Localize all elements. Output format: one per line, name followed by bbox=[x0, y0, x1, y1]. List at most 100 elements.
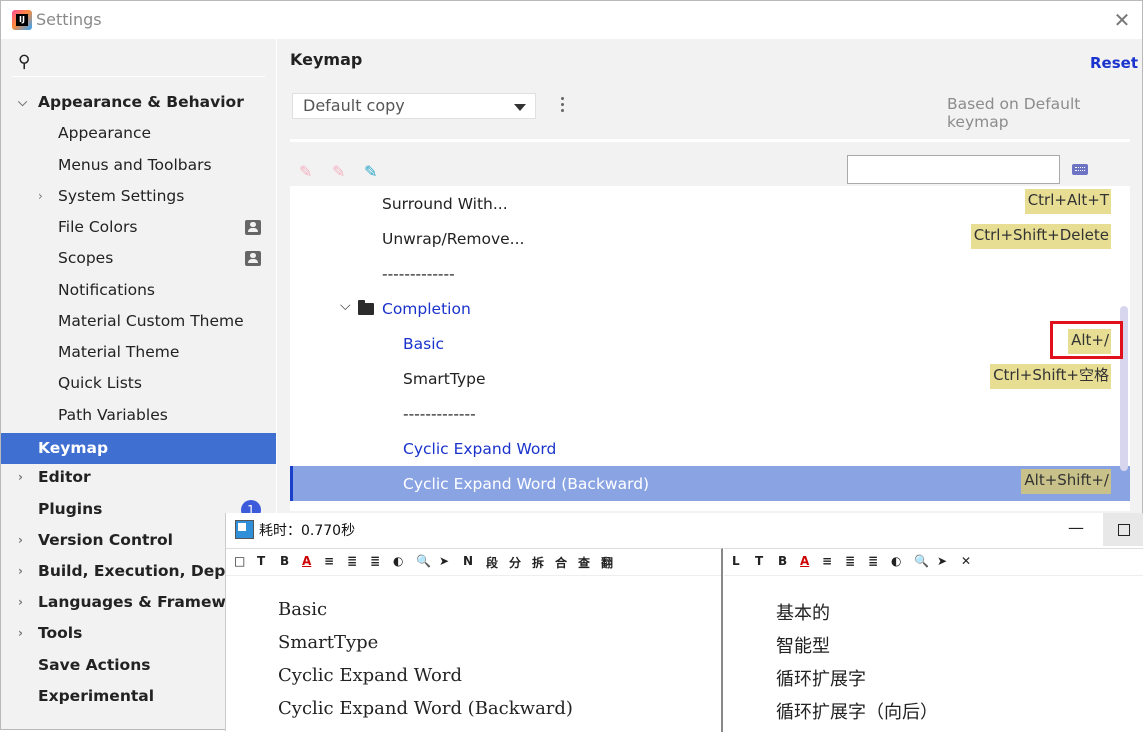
group-row-completion[interactable]: ⌵ Completion bbox=[290, 291, 1130, 326]
action-row[interactable]: SmartType Ctrl+Shift+空格 bbox=[290, 361, 1130, 396]
toolbar-theme-icon[interactable]: ◐ bbox=[891, 554, 901, 568]
action-row-selected[interactable]: Cyclic Expand Word (Backward) Alt+Shift+… bbox=[290, 466, 1130, 501]
toolbar-merge-button[interactable]: 合 bbox=[555, 554, 567, 571]
toolbar-paragraph-button[interactable]: 段 bbox=[486, 554, 498, 571]
sidebar-item-label: Quick Lists bbox=[58, 374, 142, 392]
toolbar-text-icon[interactable]: T bbox=[257, 554, 265, 568]
toolbar-send-icon[interactable]: ➤ bbox=[439, 554, 449, 568]
toolbar-lookup-button[interactable]: 查 bbox=[578, 554, 590, 571]
shortcut-badge: Ctrl+Alt+T bbox=[1024, 189, 1111, 214]
action-row[interactable]: Cyclic Expand Word bbox=[290, 431, 1130, 466]
minimize-icon[interactable]: — bbox=[1068, 518, 1084, 537]
toolbar-send-icon[interactable]: ➤ bbox=[937, 554, 947, 568]
toolbar-align-center-icon[interactable]: ≣ bbox=[845, 554, 855, 568]
translation-line: 智能型 bbox=[776, 636, 830, 657]
sidebar-item-file-colors[interactable]: File Colors bbox=[1, 212, 276, 243]
toolbar-align-left-icon[interactable]: ≡ bbox=[822, 554, 832, 568]
maximize-icon bbox=[1118, 524, 1130, 536]
source-toolbar: □ T B A ≡ ≣ ≣ ◐ 🔍 ➤ N 段 分 拆 合 查 翻 bbox=[226, 549, 721, 576]
chevron-down-icon: ⌵ bbox=[340, 298, 351, 314]
sidebar-item-appearance-behavior[interactable]: ⌵ Appearance & Behavior bbox=[1, 87, 276, 118]
toolbar-align-center-icon[interactable]: ≣ bbox=[347, 554, 357, 568]
sidebar-item-label: Menus and Toolbars bbox=[58, 156, 212, 174]
sidebar-item-scopes[interactable]: Scopes bbox=[1, 243, 276, 274]
sidebar-item-quick-lists[interactable]: Quick Lists bbox=[1, 368, 276, 399]
window-title: Settings bbox=[36, 10, 102, 29]
sidebar-item-material-custom-theme[interactable]: Material Custom Theme bbox=[1, 306, 276, 337]
toolbar-font-color-icon[interactable]: A bbox=[800, 554, 809, 568]
popup-title: 耗时：0.770秒 bbox=[259, 523, 356, 539]
sidebar-item-path-variables[interactable]: Path Variables bbox=[1, 400, 276, 431]
toolbar-text-icon[interactable]: T bbox=[755, 554, 763, 568]
sidebar-item-label: Appearance & Behavior bbox=[38, 93, 244, 111]
project-level-icon bbox=[245, 220, 261, 235]
reset-link[interactable]: Reset bbox=[1090, 54, 1138, 72]
sidebar-item-appearance[interactable]: Appearance bbox=[1, 118, 276, 149]
translation-line: 循环扩展字（向后） bbox=[776, 702, 938, 723]
toolbar-bold-icon[interactable]: B bbox=[778, 554, 787, 568]
sidebar-item-label: Material Theme bbox=[58, 343, 180, 361]
app-logo-icon: IJ bbox=[12, 10, 32, 30]
sidebar-item-label: Keymap bbox=[38, 439, 109, 457]
more-options-icon[interactable] bbox=[561, 97, 571, 119]
action-label: Cyclic Expand Word bbox=[403, 440, 557, 458]
toolbar-font-color-icon[interactable]: A bbox=[302, 554, 311, 568]
toolbar-align-left-icon[interactable]: ≡ bbox=[324, 554, 334, 568]
toolbar-search-icon[interactable]: 🔍 bbox=[416, 554, 431, 568]
sidebar-item-editor[interactable]: › Editor bbox=[1, 462, 276, 493]
toolbar-translate-button[interactable]: 翻 bbox=[601, 554, 613, 571]
toolbar-close-icon[interactable]: ✕ bbox=[961, 554, 971, 568]
source-line: Cyclic Expand Word (Backward) bbox=[278, 698, 573, 719]
sidebar-item-label: Appearance bbox=[58, 124, 152, 142]
keymap-select[interactable]: Default copy bbox=[292, 93, 536, 119]
action-row[interactable]: Unwrap/Remove... Ctrl+Shift+Delete bbox=[290, 221, 1130, 256]
toolbar-break-button[interactable]: 拆 bbox=[532, 554, 544, 571]
translation-toolbar: L T B A ≡ ≣ ≣ ◐ 🔍 ➤ ✕ bbox=[724, 549, 1143, 576]
action-label: Surround With... bbox=[382, 195, 508, 213]
edit-icon[interactable]: ✎ bbox=[364, 162, 377, 181]
popup-title-bar: 耗时：0.770秒 — bbox=[226, 513, 1143, 546]
remove-shortcut-icon[interactable]: ✎ bbox=[332, 162, 345, 181]
highlight-annotation-box bbox=[1050, 321, 1123, 359]
action-label: Cyclic Expand Word (Backward) bbox=[403, 475, 650, 493]
sidebar-item-system-settings[interactable]: › System Settings bbox=[1, 181, 276, 212]
sidebar-item-label: System Settings bbox=[58, 187, 185, 205]
shortcut-filter-input[interactable] bbox=[847, 155, 1060, 184]
toolbar-align-right-icon[interactable]: ≣ bbox=[370, 554, 380, 568]
source-text-pane[interactable]: □ T B A ≡ ≣ ≣ ◐ 🔍 ➤ N 段 分 拆 合 查 翻 Basic … bbox=[226, 548, 723, 732]
sidebar-item-label: Scopes bbox=[58, 249, 114, 267]
action-row[interactable]: Surround With... Ctrl+Alt+T bbox=[290, 186, 1130, 221]
chevron-right-icon: › bbox=[18, 564, 23, 578]
toolbar-search-icon[interactable]: 🔍 bbox=[914, 554, 929, 568]
action-label: Unwrap/Remove... bbox=[382, 230, 525, 248]
keymap-select-value: Default copy bbox=[303, 96, 405, 115]
toolbar-frame-icon[interactable]: □ bbox=[234, 554, 245, 568]
toolbar-theme-icon[interactable]: ◐ bbox=[393, 554, 403, 568]
toolbar-align-right-icon[interactable]: ≣ bbox=[868, 554, 878, 568]
sidebar-item-menus-toolbars[interactable]: Menus and Toolbars bbox=[1, 150, 276, 181]
based-on-label: Based on Default keymap bbox=[947, 95, 1081, 131]
chevron-right-icon: › bbox=[18, 470, 23, 484]
keymap-action-tree: Surround With... Ctrl+Alt+T Unwrap/Remov… bbox=[290, 186, 1130, 511]
toolbar-l-icon[interactable]: L bbox=[732, 554, 740, 568]
edit-shortcut-icon[interactable]: ✎ bbox=[299, 162, 312, 181]
action-label: Basic bbox=[403, 335, 445, 353]
toolbar-split-button[interactable]: 分 bbox=[509, 554, 521, 571]
sidebar-item-keymap[interactable]: Keymap bbox=[1, 433, 276, 464]
sidebar-item-label: Version Control bbox=[38, 531, 173, 549]
toolbar-bold-icon[interactable]: B bbox=[280, 554, 289, 568]
toolbar-n-icon[interactable]: N bbox=[463, 554, 473, 568]
close-icon[interactable]: ✕ bbox=[1111, 9, 1133, 31]
keyboard-icon[interactable] bbox=[1072, 164, 1088, 175]
sidebar-item-notifications[interactable]: Notifications bbox=[1, 275, 276, 306]
translation-pane[interactable]: L T B A ≡ ≣ ≣ ◐ 🔍 ➤ ✕ 基本的 智能型 循环扩展字 循环扩展… bbox=[724, 548, 1143, 732]
action-row[interactable]: Basic Alt+/ bbox=[290, 326, 1130, 361]
page-title: Keymap bbox=[290, 50, 363, 69]
maximize-button[interactable] bbox=[1103, 513, 1143, 546]
chevron-down-icon: ⌵ bbox=[18, 95, 28, 109]
shortcut-badge: Ctrl+Shift+空格 bbox=[990, 364, 1111, 389]
search-input[interactable]: ⚲ bbox=[12, 48, 265, 77]
sidebar-item-material-theme[interactable]: Material Theme bbox=[1, 337, 276, 368]
popup-app-icon bbox=[235, 520, 254, 539]
divider bbox=[290, 139, 1130, 142]
